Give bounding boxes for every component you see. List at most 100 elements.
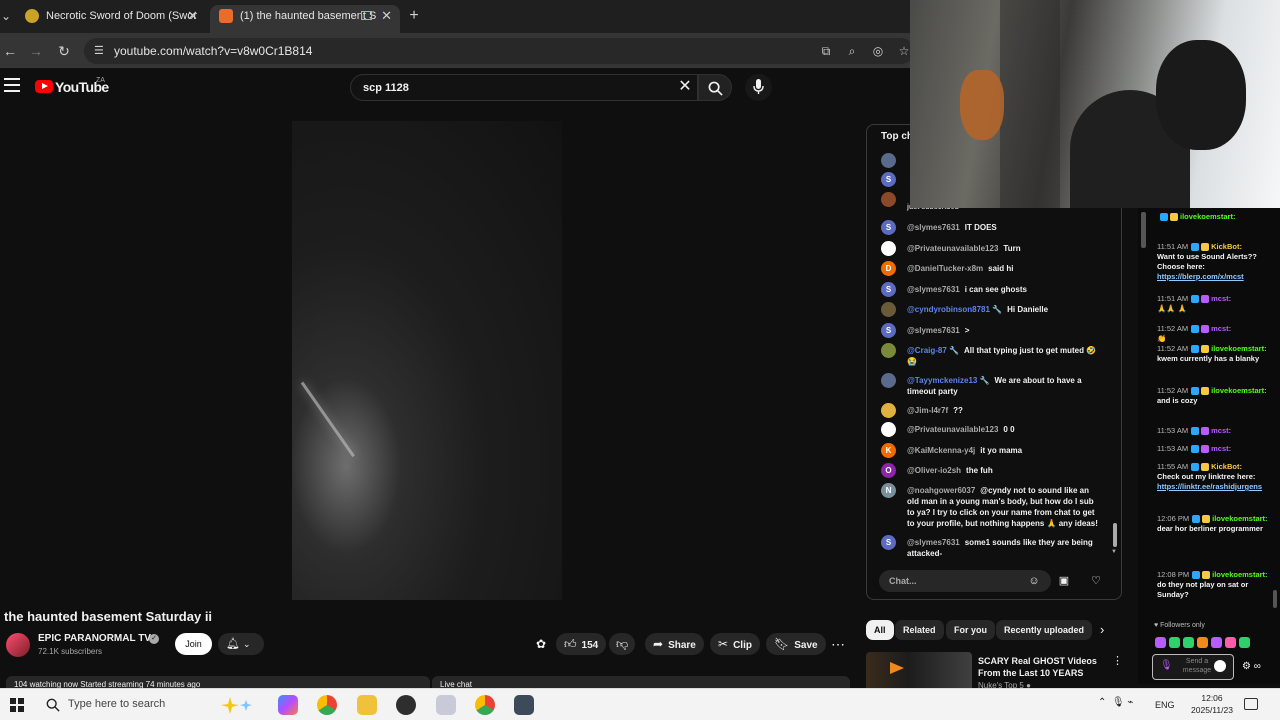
stream-chat-link[interactable]: https://blerp.com/x/mcst [1157, 272, 1277, 282]
taskbar-search-icon[interactable] [46, 698, 60, 712]
share-button[interactable]: ➦ Share [645, 633, 704, 655]
stream-chat-user[interactable]: KickBot: [1211, 242, 1242, 251]
chat-author-name[interactable]: @KaiMckenna-y4j [907, 446, 975, 455]
stream-chat-user[interactable]: KickBot: [1211, 462, 1242, 471]
chat-author-name[interactable]: @slymes7631 [907, 538, 960, 547]
reload-icon[interactable]: ↻ [54, 41, 74, 61]
chip-recently-uploaded[interactable]: Recently uploaded [996, 620, 1093, 640]
youtube-logo-icon[interactable] [35, 80, 53, 93]
zoom-icon[interactable]: ⌕ [844, 43, 860, 59]
stream-chat-user[interactable]: ilovekoemstart: [1180, 212, 1235, 221]
clear-search-icon[interactable]: ✕ [676, 78, 694, 96]
dislike-button[interactable]: 👎︎ [609, 633, 636, 655]
chip-for-you[interactable]: For you [946, 620, 995, 640]
taskbar-search-input[interactable]: Type here to search [68, 698, 165, 710]
chat-author-name[interactable]: @cyndyrobinson8781 🔧 [907, 305, 1002, 314]
chat-author-name[interactable]: @Privateunavailable123 [907, 244, 998, 253]
stream-chat-user[interactable]: ilovekoemstart: [1212, 570, 1267, 579]
stream-chat-user[interactable]: mcst: [1211, 444, 1231, 453]
like-button[interactable]: 👍︎ 154 [556, 633, 607, 655]
chat-settings-icon[interactable]: ⚙ ∞ [1242, 661, 1261, 672]
microphone-icon[interactable]: 🎙︎ [1160, 660, 1173, 672]
address-bar[interactable]: ☰ youtube.com/watch?v=v8w0Cr1B814 ⧉ ⌕ ◎ … [84, 38, 914, 64]
chat-author-avatar[interactable]: O [881, 463, 896, 478]
emote-bar[interactable] [1155, 635, 1270, 648]
chrome-app-icon[interactable] [317, 695, 337, 715]
chat-author-avatar[interactable]: S [881, 535, 896, 550]
emote-icon[interactable] [1225, 637, 1236, 648]
tab-close-icon[interactable]: ✕ [381, 5, 392, 27]
system-tray-icons[interactable]: ⌃ 🎙︎ ⌁ [1098, 697, 1133, 708]
recommended-thumbnail[interactable] [866, 652, 972, 692]
chat-author-avatar[interactable]: K [881, 443, 896, 458]
stream-chat-link[interactable]: https://linktr.ee/rashidjurgens [1157, 482, 1277, 492]
hamburger-menu-icon[interactable] [4, 78, 20, 92]
snipping-tool-icon[interactable] [436, 695, 456, 715]
emote-icon[interactable] [1211, 637, 1222, 648]
chat-author-avatar[interactable] [881, 403, 896, 418]
chat-mode-selector[interactable]: Top ch [881, 131, 913, 142]
chip-all[interactable]: All [866, 620, 894, 640]
chip-related[interactable]: Related [895, 620, 944, 640]
recommended-more-icon[interactable]: ⋮ [1112, 654, 1123, 667]
chat-author-avatar[interactable]: D [881, 261, 896, 276]
tab-search-chevron-icon[interactable]: ⌄ [0, 6, 12, 26]
scroll-down-icon[interactable]: ▼ [1111, 549, 1117, 555]
chat-author-avatar[interactable] [881, 241, 896, 256]
tab-close-icon[interactable]: ✕ [187, 5, 198, 27]
chat-author-avatar[interactable] [881, 343, 896, 358]
emoji-icon[interactable]: ☺ [1027, 574, 1041, 588]
search-input[interactable]: scp 1128 [350, 74, 698, 101]
video-player[interactable] [292, 121, 562, 600]
stream-chat-user[interactable]: mcst: [1211, 324, 1231, 333]
chat-author-avatar[interactable] [881, 422, 896, 437]
voice-search-button[interactable] [745, 74, 772, 101]
back-arrow-icon[interactable]: ← [0, 41, 20, 61]
notifications-icon[interactable] [1244, 698, 1258, 710]
stream-chat-user[interactable]: mcst: [1211, 294, 1231, 303]
eye-off-icon[interactable]: ◎ [870, 43, 886, 59]
notification-bell-button[interactable]: 🔔︎ ⌄ [218, 633, 264, 655]
chat-author-name[interactable]: @DanielTucker-x8m [907, 264, 983, 273]
windows-start-icon[interactable] [10, 698, 24, 712]
chat-author-avatar[interactable]: S [881, 323, 896, 338]
stream-chat-scrollbar-right[interactable] [1273, 590, 1277, 608]
chat-author-avatar[interactable]: N [881, 483, 896, 498]
search-button[interactable] [698, 74, 732, 101]
chat-author-name[interactable]: @slymes7631 [907, 326, 960, 335]
chat-author-name[interactable]: @Craig-87 🔧 [907, 346, 959, 355]
site-info-icon[interactable]: ☰ [94, 44, 108, 58]
chrome-profile-app-icon[interactable] [475, 695, 495, 715]
search-highlight-icon[interactable] [218, 695, 258, 715]
chat-author-avatar[interactable]: S [881, 220, 896, 235]
chevron-right-icon[interactable]: › [1100, 622, 1114, 638]
chat-input[interactable]: Chat... [879, 570, 1051, 592]
chat-author-name[interactable]: @Tayymckenize13 🔧 [907, 376, 990, 385]
chat-scrollbar[interactable] [1113, 523, 1117, 547]
emote-icon[interactable] [1239, 637, 1250, 648]
clip-button[interactable]: ✂ Clip [710, 633, 760, 655]
emote-icon[interactable] [1155, 637, 1166, 648]
taskbar-clock[interactable]: 12:06 [1198, 693, 1226, 703]
emote-icon[interactable] [1183, 637, 1194, 648]
stream-chat-user[interactable]: ilovekoemstart: [1211, 386, 1266, 395]
new-tab-button[interactable]: + [404, 6, 424, 26]
chat-author-avatar[interactable]: S [881, 282, 896, 297]
chat-author-name[interactable]: @Jim-l4r7f [907, 406, 948, 415]
channel-name[interactable]: EPIC PARANORMAL TV [38, 633, 151, 644]
app-window-icon[interactable] [514, 695, 534, 715]
channel-avatar[interactable] [6, 633, 30, 657]
chat-author-name[interactable]: @Privateunavailable123 [907, 425, 998, 434]
chat-author-name[interactable]: @Oliver-io2sh [907, 466, 961, 475]
emote-icon[interactable] [1197, 637, 1208, 648]
search-query[interactable]: scp 1128 [363, 75, 409, 101]
browser-tab-haunted-basement[interactable]: (1) the haunted basement S ✕ [210, 5, 400, 33]
send-message-icon[interactable] [1214, 660, 1226, 672]
chat-author-name[interactable]: @noahgower6037 [907, 486, 975, 495]
recommended-title[interactable]: SCARY Real GHOST Videos From the Last 10… [978, 655, 1098, 679]
heart-icon[interactable]: ♡ [1089, 574, 1103, 588]
file-explorer-icon[interactable] [357, 695, 377, 715]
chat-author-name[interactable]: @slymes7631 [907, 285, 960, 294]
forward-arrow-icon[interactable]: → [26, 41, 46, 61]
chat-author-avatar[interactable] [881, 302, 896, 317]
